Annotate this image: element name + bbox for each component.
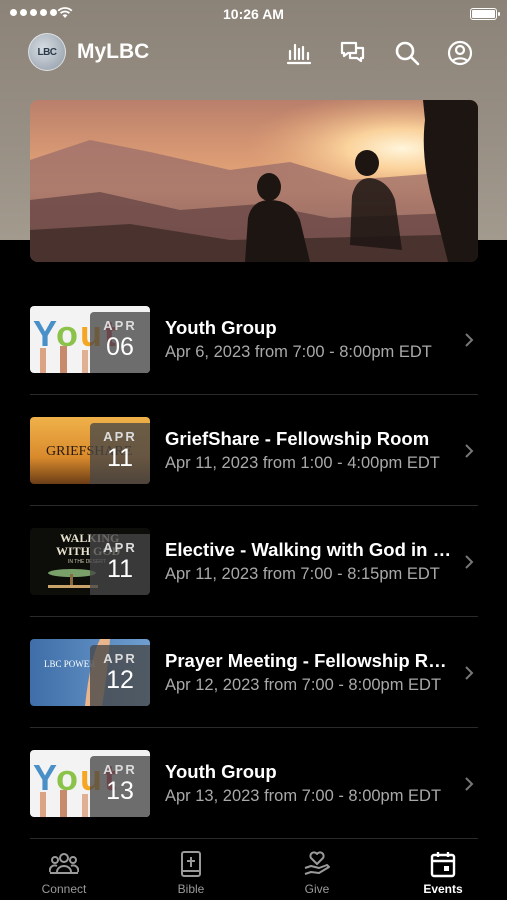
people-icon [49, 853, 79, 874]
events-list: Y o u t APR 06 Youth Group Apr 6, 2023 f… [30, 284, 478, 839]
event-date-badge: APR 11 [90, 534, 150, 595]
tab-label: Events [423, 882, 463, 896]
tab-label: Give [304, 882, 330, 896]
tab-label: Bible [177, 882, 205, 896]
event-row[interactable]: LBC POWER APR 12 Prayer Meeting - Fellow… [30, 617, 478, 728]
tab-events[interactable]: Events [398, 842, 488, 900]
event-datetime: Apr 11, 2023 from 1:00 - 4:00pm EDT [165, 454, 440, 472]
event-thumbnail-walking: WALKING WITH GOD IN THE DESERT APR 11 [30, 528, 150, 595]
tab-give[interactable]: Give [272, 842, 362, 900]
chevron-right-icon [465, 555, 474, 569]
profile-icon[interactable] [446, 39, 474, 67]
event-date-badge: APR 12 [90, 645, 150, 706]
event-datetime: Apr 11, 2023 from 7:00 - 8:15pm EDT [165, 565, 440, 583]
chat-icon[interactable] [339, 39, 367, 67]
event-row[interactable]: Y o u t APR 13 Youth Group Apr 13, 2023 … [30, 728, 478, 839]
event-title: Youth Group [165, 317, 277, 338]
event-title: Prayer Meeting - Fellowship Room [165, 650, 455, 671]
chevron-right-icon [465, 444, 474, 458]
event-title: Youth Group [165, 761, 277, 782]
chevron-right-icon [465, 666, 474, 680]
event-thumbnail-prayer: LBC POWER APR 12 [30, 639, 150, 706]
event-thumbnail-youth: Y o u t APR 06 [30, 306, 150, 373]
event-row[interactable]: GRIEFSHARE APR 11 GriefShare - Fellowshi… [30, 395, 478, 506]
status-bar: 10:26 AM [0, 0, 507, 28]
event-datetime: Apr 13, 2023 from 7:00 - 8:00pm EDT [165, 787, 442, 805]
event-thumbnail-griefshare: GRIEFSHARE APR 11 [30, 417, 150, 484]
svg-text:Y: Y [33, 313, 57, 354]
app-title: MyLBC [77, 40, 150, 63]
event-title: Elective - Walking with God in the Deser… [165, 539, 455, 560]
tab-bible[interactable]: Bible [146, 842, 236, 900]
svg-text:LBC POWER: LBC POWER [44, 659, 95, 669]
search-icon[interactable] [393, 39, 421, 67]
give-icon [304, 851, 330, 875]
event-datetime: Apr 12, 2023 from 7:00 - 8:00pm EDT [165, 676, 442, 694]
bible-icon [181, 851, 201, 877]
event-title: GriefShare - Fellowship Room [165, 428, 430, 449]
calendar-icon [430, 852, 456, 878]
church-avatar[interactable]: LBC [28, 33, 66, 71]
event-date-badge: APR 13 [90, 756, 150, 817]
battery-icon [470, 8, 500, 20]
hero-banner-image[interactable] [30, 100, 478, 262]
event-thumbnail-youth: Y o u t APR 13 [30, 750, 150, 817]
bottom-tab-bar: Connect Bible Give Events [0, 842, 507, 900]
app-header: LBC MyLBC [0, 32, 507, 76]
event-row[interactable]: WALKING WITH GOD IN THE DESERT APR 11 El… [30, 506, 478, 617]
svg-text:Y: Y [33, 757, 57, 798]
audio-bars-icon[interactable] [285, 39, 313, 67]
chevron-right-icon [465, 333, 474, 347]
status-time: 10:26 AM [223, 6, 284, 22]
chevron-right-icon [465, 777, 474, 791]
tab-connect[interactable]: Connect [19, 842, 109, 900]
event-datetime: Apr 6, 2023 from 7:00 - 8:00pm EDT [165, 343, 432, 361]
event-row[interactable]: Y o u t APR 06 Youth Group Apr 6, 2023 f… [30, 284, 478, 395]
event-date-badge: APR 11 [90, 423, 150, 484]
tab-label: Connect [41, 882, 87, 896]
event-date-badge: APR 06 [90, 312, 150, 373]
